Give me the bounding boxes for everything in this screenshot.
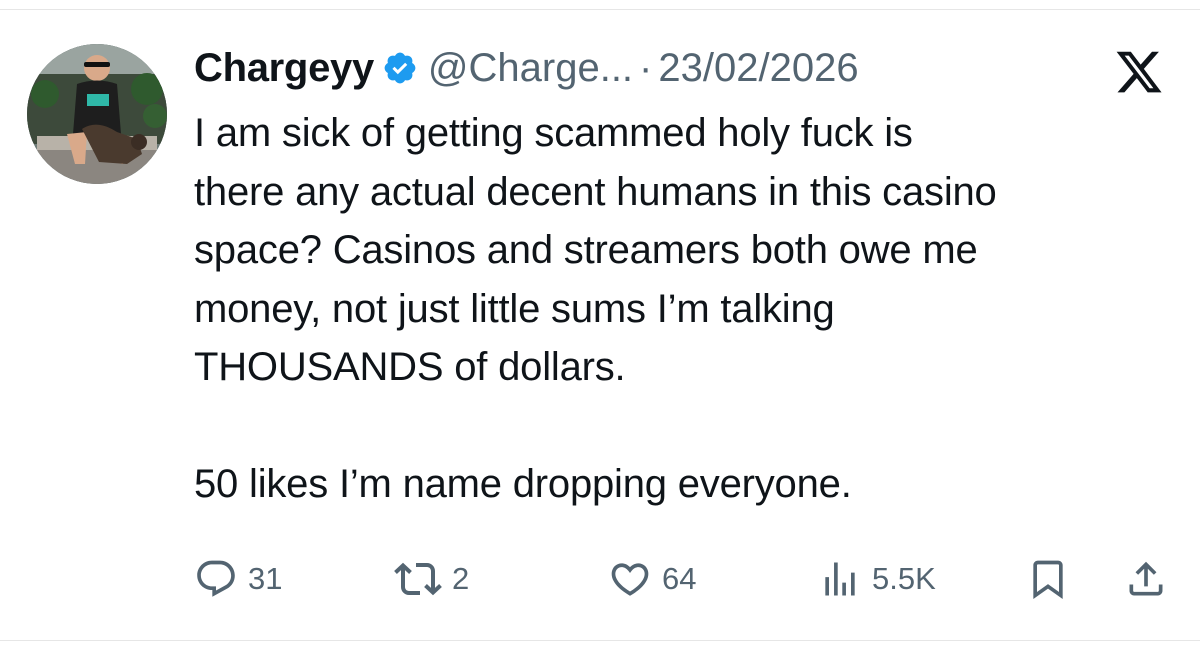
tweet-text-final-line: 50 likes I’m name dropping everyone. [194, 461, 852, 506]
avatar[interactable] [27, 44, 167, 184]
repost-button[interactable]: 2 [394, 556, 469, 602]
user-handle[interactable]: @Charge... [428, 46, 633, 91]
top-divider [0, 9, 1200, 10]
reply-button[interactable]: 31 [194, 556, 282, 602]
tweet-date[interactable]: 23/02/2026 [658, 46, 858, 91]
reply-icon [197, 560, 235, 597]
share-button[interactable] [1124, 556, 1178, 602]
tweet-text-line: space? Casinos and streamers both owe me [194, 228, 978, 272]
views-icon [825, 562, 855, 596]
views-button[interactable]: 5.5K [818, 556, 936, 602]
tweet-text-line: there any actual decent humans in this c… [194, 169, 997, 214]
verified-badge-icon [382, 50, 418, 86]
bookmark-icon [1033, 560, 1063, 600]
action-bar: 31 2 64 5.5K [194, 556, 1174, 602]
tweet-text-line: money, not just little sums I’m talking [194, 286, 835, 331]
avatar-photo [27, 44, 167, 184]
separator-dot: · [639, 45, 653, 90]
heart-icon [611, 563, 649, 596]
bottom-divider [0, 640, 1200, 641]
reply-count: 31 [248, 561, 283, 596]
repost-icon [394, 562, 442, 596]
tweet-text-line: I am sick of getting scammed holy fuck i… [194, 111, 913, 155]
bookmark-button[interactable] [1026, 556, 1080, 602]
tweet-header: Chargeyy @Charge... · 23/02/2026 [194, 40, 859, 96]
x-logo-icon[interactable] [1114, 47, 1164, 97]
tweet-text: I am sick of getting scammed holy fuck i… [194, 104, 1184, 513]
display-name[interactable]: Chargeyy [194, 46, 374, 91]
tweet-text-line: THOUSANDS of dollars. [194, 345, 626, 389]
repost-count: 2 [452, 561, 470, 596]
like-count: 64 [662, 561, 697, 596]
like-button[interactable]: 64 [608, 556, 696, 602]
views-count: 5.5K [872, 561, 936, 596]
share-icon [1129, 561, 1163, 596]
